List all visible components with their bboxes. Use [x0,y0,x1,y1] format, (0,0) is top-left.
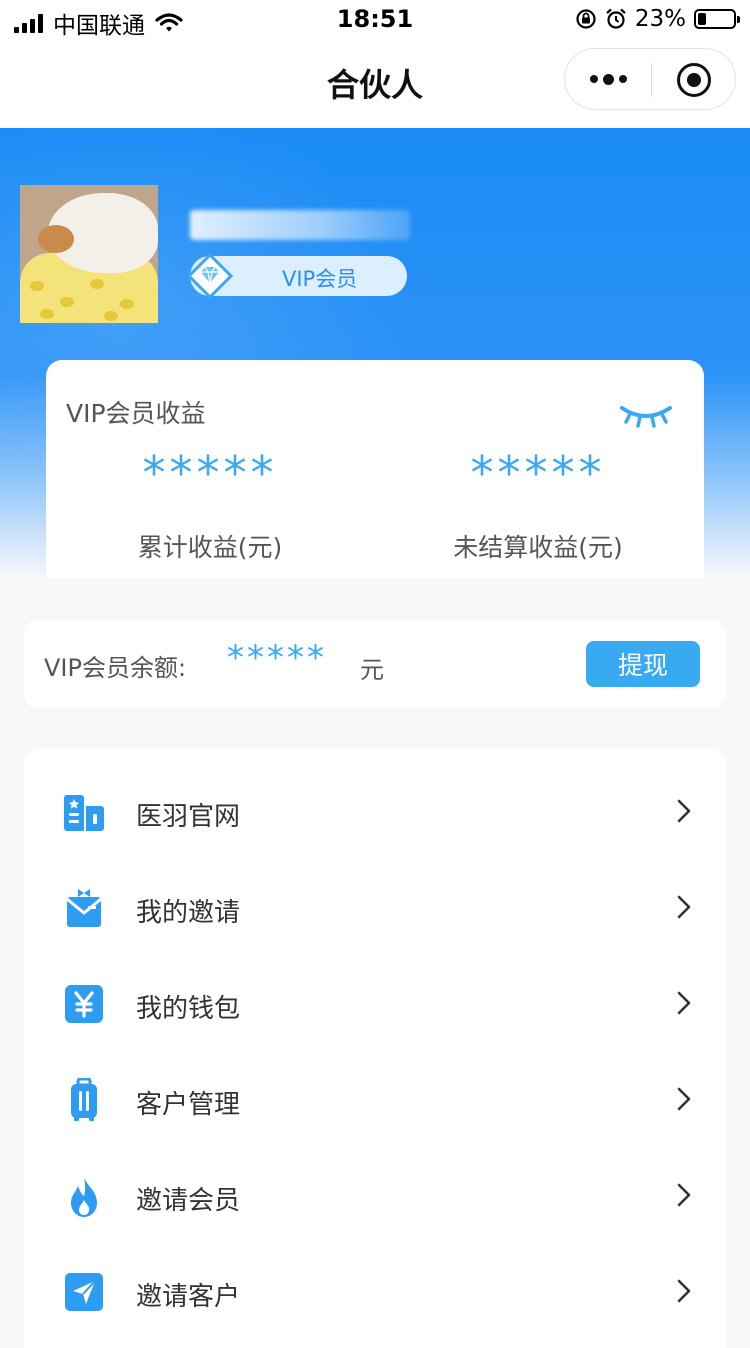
menu-item-my-wallet[interactable]: 我的钱包 [24,956,726,1052]
flame-icon [71,1176,97,1217]
diamond-icon [186,252,234,300]
earnings-title: VIP会员收益 [66,399,206,428]
menu-label-my-invitations: 我的邀请 [136,898,241,928]
menu-label-my-wallet: 我的钱包 [136,994,241,1024]
balance-label: VIP会员余额: [44,654,187,682]
menu-label-customer-management: 客户管理 [136,1090,241,1120]
chevron-right-icon [677,1279,691,1303]
send-icon [65,1273,103,1311]
website-icon [64,795,104,831]
close-target-icon[interactable] [677,63,711,97]
menu-item-invite-customer[interactable]: 邀请客户 [24,1244,726,1340]
menu-label-website: 医羽官网 [136,802,241,832]
unsettled-earnings-label: 未结算收益(元) [453,533,623,562]
eye-closed-icon[interactable] [618,402,674,430]
avatar[interactable] [20,185,158,323]
mini-program-capsule [564,48,736,110]
vip-badge-label: VIP会员 [282,267,358,291]
vip-badge: VIP会员 [186,252,407,300]
wallet-icon [65,985,103,1023]
menu-label-invite-member: 邀请会员 [136,1186,241,1216]
nav-bar: 合伙人 [0,42,750,128]
chevron-right-icon [677,1087,691,1111]
chevron-right-icon [677,799,691,823]
menu-item-invite-member[interactable]: 邀请会员 [24,1148,726,1244]
withdraw-button[interactable]: 提现 [586,641,700,687]
earnings-card: VIP会员收益 ***** 累计收益(元) ***** 未结算收益(元) [46,360,704,578]
alarm-icon [606,8,626,29]
balance-value: ***** [227,638,327,678]
menu-list: 医羽官网 我的邀请 我的钱包 客户管理 邀请会员 邀请客户 [24,748,726,1348]
battery-percent: 23% [634,6,686,32]
menu-item-my-invitations[interactable]: 我的邀请 [24,860,726,956]
avatar-cat-ear [38,225,74,253]
battery-icon [694,9,740,29]
rotation-lock-icon [576,9,596,29]
balance-unit: 元 [360,656,384,684]
balance-card: VIP会员余额: ***** 元 提现 [24,620,726,708]
status-right: 23% [575,6,740,32]
chevron-right-icon [677,991,691,1015]
chevron-right-icon [677,895,691,919]
total-earnings-label: 累计收益(元) [137,533,283,562]
capsule-divider [651,63,652,97]
more-options-icon[interactable] [565,49,651,109]
unsettled-earnings-value: ***** [470,446,606,500]
status-bar: 中国联通 18:51 23% [0,0,750,42]
chevron-right-icon [677,1183,691,1207]
menu-item-website[interactable]: 医羽官网 [24,764,726,860]
invitation-icon [66,889,102,927]
menu-label-invite-customer: 邀请客户 [136,1282,241,1312]
username-blurred [190,210,410,240]
unsettled-earnings: ***** 未结算收益(元) [388,448,688,564]
customer-management-icon [71,1078,97,1121]
total-earnings: ***** 累计收益(元) [60,448,360,564]
menu-item-customer-management[interactable]: 客户管理 [24,1052,726,1148]
total-earnings-value: ***** [142,446,278,500]
